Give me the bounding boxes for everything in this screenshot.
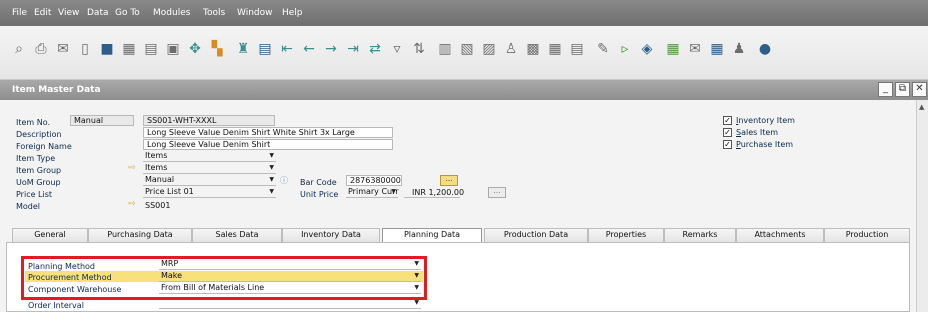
window-titlebar: Item Master Data _ ⧉ ✕ <box>0 80 928 100</box>
menu-bar: File Edit View Data Go To Modules Tools … <box>0 0 928 26</box>
tab-planning-data[interactable]: Planning Data <box>382 228 482 243</box>
word-export-icon[interactable]: ▤ <box>142 40 160 58</box>
message-icon[interactable]: ▦ <box>546 40 564 58</box>
foreign-name-field[interactable]: Long Sleeve Value Denim Shirt <box>143 139 393 150</box>
item-no-field[interactable]: SS001-WHT-XXXL <box>143 115 275 126</box>
unit-price-browse-button[interactable]: … <box>488 187 506 198</box>
model-value[interactable]: SS001 <box>145 201 170 210</box>
tab-purchasing-data[interactable]: Purchasing Data <box>88 228 192 242</box>
item-type-label: Item Type <box>16 154 56 163</box>
menu-modules[interactable]: Modules <box>153 8 190 18</box>
base-document-icon[interactable]: ⇅ <box>410 40 428 58</box>
toolbar: ⌕ ⎙ ✉ ▯ ■ ▦ ▤ ▣ ✥ ▚ ♜ ▤ ⇤ ← → ⇥ ⇄ ▿ ⇅ ▥ … <box>0 26 928 80</box>
tab-production[interactable]: Production <box>824 228 910 242</box>
inventory-item-checkbox[interactable]: ✓ <box>723 116 732 125</box>
filter-icon[interactable]: ⇄ <box>366 40 384 58</box>
settings-icon[interactable]: ▤ <box>568 40 586 58</box>
description-field[interactable]: Long Sleeve Value Denim Shirt White Shir… <box>143 127 393 138</box>
menu-view[interactable]: View <box>58 8 79 18</box>
print-icon[interactable]: ⎙ <box>32 40 50 58</box>
help-icon[interactable]: ▦ <box>708 40 726 58</box>
purchase-item-checkbox[interactable]: ✓ <box>723 140 732 149</box>
tab-general[interactable]: General <box>12 228 88 242</box>
inventory-item-label: Inventory Item <box>736 116 795 125</box>
model-link-arrow-icon[interactable]: ⇨ <box>128 199 136 209</box>
tab-bar: General Purchasing Data Sales Data Inven… <box>6 228 910 243</box>
refresh-icon[interactable]: ⇥ <box>344 40 362 58</box>
tab-remarks[interactable]: Remarks <box>664 228 736 242</box>
close-button[interactable]: ✕ <box>912 82 927 97</box>
foreign-name-label: Foreign Name <box>16 142 72 151</box>
info-circle-icon[interactable]: ⓘ <box>280 175 288 186</box>
menu-tools[interactable]: Tools <box>203 8 225 18</box>
item-no-series-field[interactable]: Manual <box>70 115 134 126</box>
purchase-item-label: Purchase Item <box>736 140 794 149</box>
payment-means-icon[interactable]: ▨ <box>480 40 498 58</box>
menu-data[interactable]: Data <box>87 8 109 18</box>
previous-record-icon[interactable]: ⇤ <box>278 40 296 58</box>
sales-item-checkbox[interactable]: ✓ <box>723 128 732 137</box>
sort-icon[interactable]: ▿ <box>388 40 406 58</box>
menu-edit[interactable]: Edit <box>34 8 51 18</box>
volume-weight-icon[interactable]: ♙ <box>502 40 520 58</box>
model-label: Model <box>16 202 41 211</box>
target-document-icon[interactable]: ▥ <box>436 40 454 58</box>
calculator-icon[interactable]: ✉ <box>686 40 704 58</box>
price-list-label: Price List <box>16 190 53 199</box>
item-type-select[interactable]: Items <box>143 151 276 162</box>
print-preview-icon[interactable]: ⌕ <box>10 40 28 58</box>
window-title: Item Master Data <box>12 85 101 95</box>
minimize-button[interactable]: _ <box>878 82 893 97</box>
save-icon[interactable]: ■ <box>98 40 116 58</box>
bar-code-field[interactable]: 287638000057 <box>346 175 402 186</box>
tab-properties[interactable]: Properties <box>588 228 664 242</box>
form-settings-icon[interactable]: ▣ <box>164 40 182 58</box>
menu-file[interactable]: File <box>12 8 27 18</box>
first-record-icon[interactable]: ▤ <box>256 40 274 58</box>
vertical-scrollbar[interactable]: ▲ <box>916 100 928 312</box>
unit-price-field[interactable]: INR 1,200.00 <box>404 188 464 198</box>
description-label: Description <box>16 130 62 139</box>
uom-group-select[interactable]: Manual <box>143 175 276 186</box>
unit-price-label: Unit Price <box>300 190 339 199</box>
drag-relate-icon[interactable]: ▦ <box>664 40 682 58</box>
price-list-select[interactable]: Price List 01 <box>143 187 276 198</box>
find-icon[interactable]: ▚ <box>208 40 226 58</box>
user-icon[interactable]: ♟ <box>730 40 748 58</box>
item-group-select[interactable]: Items <box>143 163 276 174</box>
alert-icon[interactable]: ◈ <box>638 40 656 58</box>
bar-code-browse-button[interactable]: … <box>440 175 458 186</box>
last-record-icon[interactable]: → <box>322 40 340 58</box>
layout-designer-icon[interactable]: ✎ <box>594 40 612 58</box>
bar-code-label: Bar Code <box>300 178 337 187</box>
menu-goto[interactable]: Go To <box>115 8 140 18</box>
sales-item-label: Sales Item <box>736 128 779 137</box>
menu-window[interactable]: Window <box>237 8 273 18</box>
item-no-label: Item No. <box>16 118 51 127</box>
item-group-label: Item Group <box>16 166 62 175</box>
menu-help[interactable]: Help <box>282 8 303 18</box>
query-icon[interactable]: ▹ <box>616 40 634 58</box>
order-interval-label: Order Interval <box>28 301 84 310</box>
journal-icon[interactable]: ▩ <box>524 40 542 58</box>
gross-profit-icon[interactable]: ▧ <box>458 40 476 58</box>
excel-export-icon[interactable]: ▦ <box>120 40 138 58</box>
next-record-icon[interactable]: ← <box>300 40 318 58</box>
uom-group-label: UoM Group <box>16 178 61 187</box>
highlight-box <box>21 256 427 300</box>
tab-production-data[interactable]: Production Data <box>484 228 588 242</box>
info-icon[interactable]: ● <box>756 40 774 58</box>
link-arrow-icon[interactable]: ⇨ <box>128 163 136 173</box>
unit-price-currency-select[interactable]: Primary Curr <box>346 187 399 198</box>
pdf-export-icon[interactable]: ▯ <box>76 40 94 58</box>
tab-inventory-data[interactable]: Inventory Data <box>282 228 380 242</box>
add-icon[interactable]: ♜ <box>234 40 252 58</box>
tab-sales-data[interactable]: Sales Data <box>192 228 282 242</box>
email-icon[interactable]: ✉ <box>54 40 72 58</box>
tree-icon[interactable]: ✥ <box>186 40 204 58</box>
restore-button[interactable]: ⧉ <box>895 82 910 97</box>
tab-attachments[interactable]: Attachments <box>736 228 824 242</box>
